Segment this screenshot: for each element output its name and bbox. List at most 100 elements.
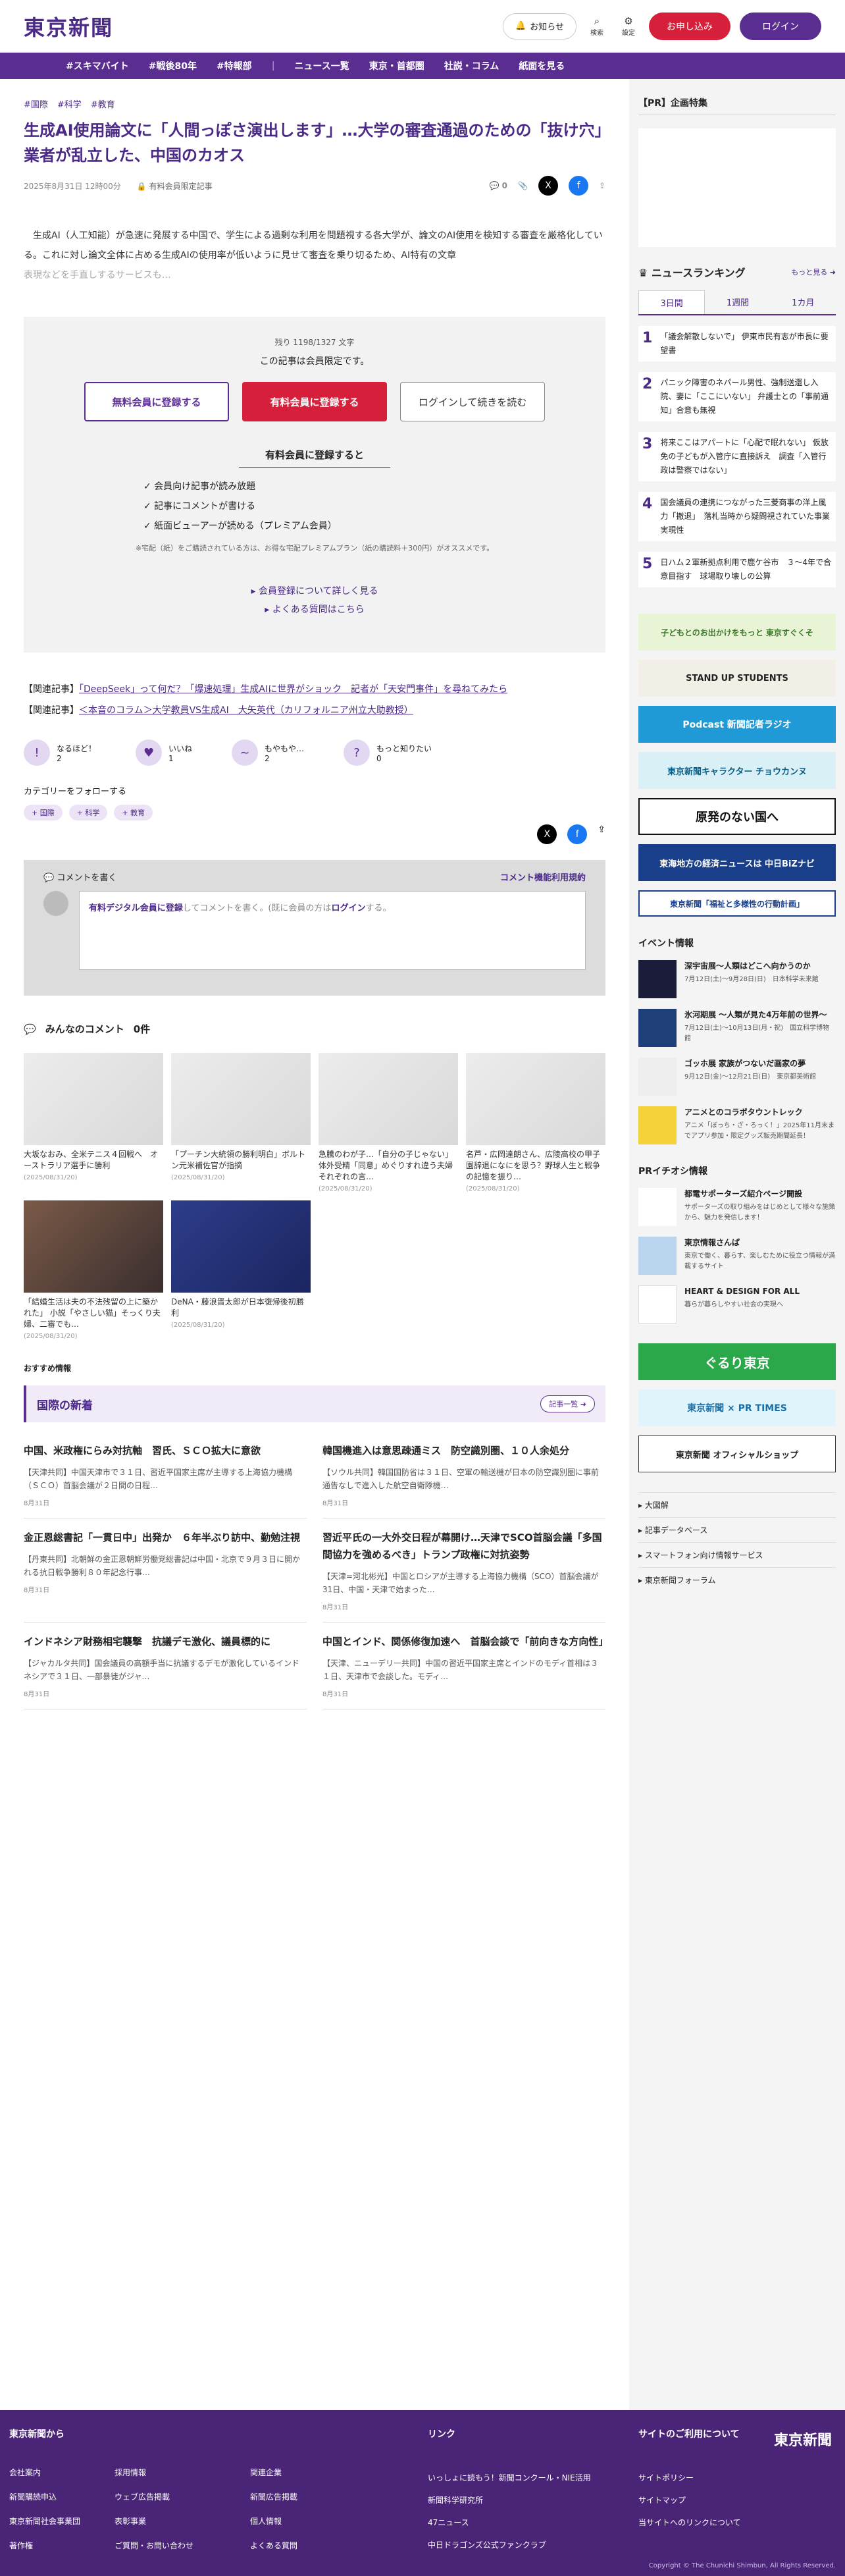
- tag-link[interactable]: #科学: [57, 97, 82, 110]
- sidebar-link[interactable]: ▸ 大図解: [638, 1492, 836, 1517]
- footer-link[interactable]: 当サイトへのリンクについて: [638, 2511, 741, 2534]
- banner-diversity[interactable]: 東京新聞「福祉と多様性の行動計画」: [638, 890, 836, 917]
- news-item[interactable]: インドネシア財務相宅襲撃 抗議デモ激化、議員標的に 【ジャカルタ共同】国会議員の高…: [24, 1623, 307, 1709]
- banner-chunichi-biz[interactable]: 東海地方の経済ニュースは 中日BiZナビ: [638, 844, 836, 881]
- membership-info-link[interactable]: ▸ 会員登録について詳しく見る: [83, 582, 546, 601]
- footer-link[interactable]: 個人情報: [250, 2515, 369, 2527]
- event-item[interactable]: 深宇宙展〜人類はどこへ向かうのか 7月12日(土)〜9月28日(日) 日本科学未来…: [638, 960, 836, 998]
- ranking-item[interactable]: 2 パニック障害のネパール男性、強制送還し入院、妻に「ここにいない」 弁護士との「…: [638, 372, 836, 421]
- tag-link[interactable]: #国際: [24, 97, 48, 110]
- news-item[interactable]: 金正恩総書記「一貫日中」出発か ６年半ぶり訪中、勤勉注視 【丹東共同】北朝鮮の金正…: [24, 1518, 307, 1623]
- footer-link[interactable]: 表彰事業: [115, 2515, 250, 2527]
- ranking-item[interactable]: 1 「議会解散しないで」 伊東市民有志が市長に要望書: [638, 326, 836, 362]
- sidebar-link[interactable]: ▸ 東京新聞フォーラム: [638, 1567, 836, 1592]
- reaction-button[interactable]: ? もっと知りたい 0: [344, 739, 432, 766]
- digital-signup-link[interactable]: 有料デジタル会員に登録: [89, 903, 183, 913]
- nav-item[interactable]: 社説・コラム: [444, 59, 499, 72]
- pr-feature-slot[interactable]: [638, 128, 836, 247]
- footer-link[interactable]: 著作権: [9, 2540, 115, 2551]
- login-continue-button[interactable]: ログインして続きを読む: [400, 382, 545, 421]
- footer-link[interactable]: 関連企業: [250, 2467, 369, 2478]
- banner-official-shop[interactable]: 東京新聞 オフィシャルショップ: [638, 1436, 836, 1472]
- clip-icon[interactable]: 📎: [518, 181, 528, 190]
- login-button[interactable]: ログイン: [740, 12, 821, 40]
- tag-link[interactable]: #教育: [91, 97, 115, 110]
- article-card[interactable]: 名芦・広岡達朗さん、広陵高校の甲子園辞退になにを思う？野球人生と戦争の記憶を振り…: [466, 1053, 605, 1193]
- intl-more-button[interactable]: 記事一覧 ➜: [540, 1395, 595, 1412]
- ranking-item[interactable]: 3 将来ここはアパートに「心配で眠れない」 仮放免の子どもが入管庁に直接訴え 調査…: [638, 432, 836, 481]
- footer-link[interactable]: 47ニュース: [428, 2511, 638, 2534]
- signup-button[interactable]: お申し込み: [649, 12, 730, 40]
- search-button[interactable]: ⌕ 検索: [586, 15, 608, 37]
- pr-pick-item[interactable]: HEART & DESIGN FOR ALL 暮らが暮らしやすい社会の実現へ: [638, 1285, 836, 1324]
- footer-link[interactable]: サイトマップ: [638, 2489, 741, 2511]
- footer-link[interactable]: 採用情報: [115, 2467, 250, 2478]
- ranking-more-link[interactable]: もっと見る ➜: [791, 267, 836, 277]
- sidebar-link[interactable]: ▸ スマートフォン向け情報サービス: [638, 1542, 836, 1567]
- facebook-share-icon[interactable]: f: [567, 824, 588, 844]
- banner-gururi-tokyo[interactable]: ぐるり東京: [638, 1343, 836, 1380]
- site-logo[interactable]: 東京新聞: [24, 11, 113, 41]
- banner-genpatsu[interactable]: 原発のない国へ: [638, 798, 836, 835]
- share-icon[interactable]: ⇪: [598, 824, 605, 844]
- banner-sugukuso[interactable]: 子どもとのお出かけをもっと 東京すぐくそ: [638, 614, 836, 651]
- paid-signup-button[interactable]: 有料会員に登録する: [242, 382, 387, 421]
- article-card[interactable]: 急騰のわが子…「自分の子じゃない」体外受精「同意」めぐりすれ違う夫婦 それぞれの…: [319, 1053, 461, 1193]
- x-share-icon[interactable]: X: [538, 176, 558, 196]
- ranking-item[interactable]: 4 国会議員の連携につながった三菱商事の洋上風力「撤退」 落札当時から疑問視されて…: [638, 492, 836, 541]
- settings-button[interactable]: ⚙ 設定: [617, 15, 640, 37]
- reaction-button[interactable]: ♥ いいね 1: [136, 739, 192, 766]
- related-link[interactable]: ＜本音のコラム＞大学教員VS生成AI 大矢英代（カリフォルニア州立大助教授）: [79, 705, 413, 716]
- footer-link[interactable]: いっしょに読もう！新聞コンクール・NIE活用: [428, 2467, 638, 2489]
- sidebar-link[interactable]: ▸ 記事データベース: [638, 1517, 836, 1542]
- nav-item[interactable]: #特報部: [217, 59, 252, 72]
- follow-category-button[interactable]: + 教育: [114, 805, 153, 820]
- related-link[interactable]: 「DeepSeek」って何だ？「爆速処理」生成AIに世界がショック 記者が「天安…: [79, 684, 507, 695]
- notify-button[interactable]: 🔔 お知らせ: [503, 13, 576, 40]
- news-item[interactable]: 習近平氏の一大外交日程が幕開け…天津でSCO首脳会議「多国間協力を強めるべき」ト…: [322, 1518, 605, 1623]
- nav-item[interactable]: 紙面を見る: [519, 59, 565, 72]
- facebook-share-icon[interactable]: f: [568, 176, 588, 196]
- reaction-button[interactable]: ~ もやもや… 2: [232, 739, 304, 766]
- nav-item[interactable]: #スキマバイト: [66, 59, 129, 72]
- tab-3days[interactable]: 3日間: [638, 290, 705, 314]
- news-item[interactable]: 韓国機進入は意思疎通ミス 防空識別圏、１０人余処分 【ソウル共同】韓国国防省は３１…: [322, 1432, 605, 1518]
- pr-pick-item[interactable]: 東京情報さんぱ 東京で働く、暮らす、楽しむために役立つ情報が満載するサイト: [638, 1237, 836, 1275]
- news-item[interactable]: 中国、米政権にらみ対抗軸 習氏、ＳＣＯ拡大に意欲 【天津共同】中国天津市で３１日、…: [24, 1432, 307, 1518]
- comment-rules-link[interactable]: コメント機能利用規約: [500, 871, 586, 883]
- footer-link[interactable]: 東京新聞社会事業団: [9, 2515, 115, 2527]
- article-card[interactable]: 大坂なおみ、全米テニス４回戦へ オーストラリア選手に勝利 (2025/08/31/…: [24, 1053, 163, 1193]
- article-card[interactable]: 「プーチン大統領の勝利明白」ボルトン元米補佐官が指摘 (2025/08/31/20…: [171, 1053, 311, 1193]
- reaction-button[interactable]: ! なるほど！ 2: [24, 739, 96, 766]
- tab-1month[interactable]: 1カ月: [771, 290, 836, 314]
- comment-input[interactable]: 有料デジタル会員に登録してコメントを書く。(既に会員の方はログインする。: [79, 891, 586, 970]
- footer-link[interactable]: ウェブ広告掲載: [115, 2491, 250, 2502]
- free-signup-button[interactable]: 無料会員に登録する: [84, 382, 229, 421]
- banner-stand-up-students[interactable]: STAND UP STUDENTS: [638, 660, 836, 697]
- article-card[interactable]: 「結婚生活は夫の不法残留の上に築かれた」 小説「やさしい猫」そっくり夫婦、二審で…: [24, 1200, 163, 1340]
- news-item[interactable]: 中国とインド、関係修復加速へ 首脳会談で「前向きな方向性」 【天津、ニューデリー共…: [322, 1623, 608, 1709]
- pr-pick-item[interactable]: 都電サポーターズ紹介ページ開設 サポーターズの取り組みをはじめとして様々な施策から…: [638, 1188, 836, 1226]
- banner-podcast[interactable]: Podcast 新聞記者ラジオ: [638, 706, 836, 743]
- comment-count-button[interactable]: 💬 0: [490, 181, 507, 190]
- follow-category-button[interactable]: + 科学: [68, 805, 108, 820]
- x-share-icon[interactable]: X: [537, 824, 557, 844]
- footer-link[interactable]: 新聞購読申込: [9, 2491, 115, 2502]
- follow-category-button[interactable]: + 国際: [24, 805, 63, 820]
- nav-item[interactable]: ニュース一覧: [294, 59, 349, 72]
- event-item[interactable]: ゴッホ展 家族がつないだ画家の夢 9月12日(金)〜12月21日(日) 東京都美術…: [638, 1058, 836, 1096]
- footer-link[interactable]: よくある質問: [250, 2540, 369, 2551]
- ranking-item[interactable]: 5 日ハム２軍新拠点利用で鹿ケ谷市 ３〜4年で合意目指す 球場取り壊しの公算: [638, 552, 836, 587]
- footer-link[interactable]: サイトポリシー: [638, 2467, 741, 2489]
- faq-link[interactable]: ▸ よくある質問はこちら: [83, 601, 546, 619]
- share-icon[interactable]: ⇪: [599, 181, 605, 190]
- footer-link[interactable]: ご質問・お問い合わせ: [115, 2540, 250, 2551]
- banner-chokankun[interactable]: 東京新聞キャラクター チョウカンヌ: [638, 752, 836, 789]
- banner-pr-times[interactable]: 東京新聞 × PR TIMES: [638, 1389, 836, 1426]
- footer-link[interactable]: 中日ドラゴンズ公式ファンクラブ: [428, 2534, 638, 2556]
- footer-link[interactable]: 会社案内: [9, 2467, 115, 2478]
- event-item[interactable]: 氷河期展 〜人類が見た4万年前の世界〜 7月12日(土)〜10月13日(月・祝) …: [638, 1009, 836, 1047]
- nav-item[interactable]: #戦後80年: [149, 59, 197, 72]
- event-item[interactable]: アニメとのコラボタウントレック アニメ「ぼっち・ざ・ろっく！」2025年11月末ま…: [638, 1106, 836, 1144]
- footer-link[interactable]: 新聞広告掲載: [250, 2491, 369, 2502]
